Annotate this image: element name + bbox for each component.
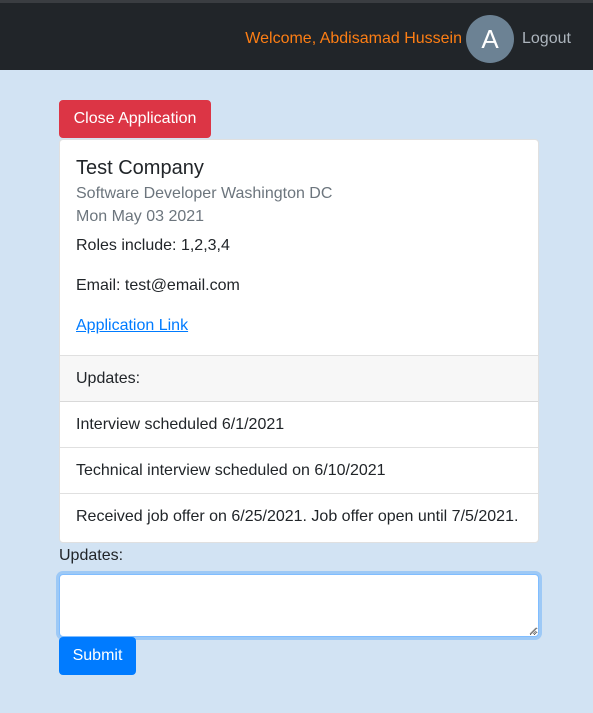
- email-text: Email: test@email.com: [76, 277, 240, 294]
- user-avatar[interactable]: A: [466, 15, 514, 63]
- updates-list-header: Updates:: [60, 356, 538, 402]
- application-link[interactable]: Application Link: [76, 316, 188, 336]
- submit-button[interactable]: Submit: [59, 637, 136, 675]
- close-application-button[interactable]: Close Application: [59, 100, 211, 138]
- application-card: Test Company Software Developer Washingt…: [59, 139, 539, 543]
- top-navbar: Welcome, Abdisamad Hussein A Logout: [0, 0, 593, 70]
- application-date: Mon May 03 2021: [76, 208, 205, 225]
- application-details: Test Company Software Developer Washingt…: [60, 140, 538, 355]
- updates-textarea[interactable]: [59, 574, 539, 637]
- avatar-initial: A: [481, 24, 499, 54]
- company-name: Test Company: [76, 157, 204, 179]
- logout-link[interactable]: Logout: [522, 29, 571, 49]
- welcome-message: Welcome, Abdisamad Hussein: [245, 30, 462, 47]
- position-location: Software Developer Washington DC: [76, 185, 333, 202]
- update-item: Technical interview scheduled on 6/10/20…: [60, 448, 538, 494]
- roles-text: Roles include: 1,2,3,4: [76, 237, 230, 254]
- updates-field-label: Updates:: [59, 547, 124, 564]
- update-item: Interview scheduled 6/1/2021: [60, 402, 538, 448]
- update-item: Received job offer on 6/25/2021. Job off…: [76, 508, 519, 525]
- updates-list: Updates: Interview scheduled 6/1/2021 Te…: [60, 355, 538, 539]
